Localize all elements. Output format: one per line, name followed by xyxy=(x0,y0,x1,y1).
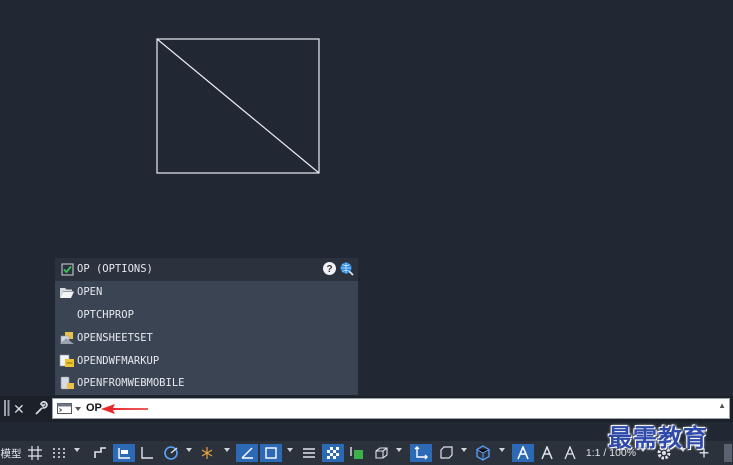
drawing-canvas[interactable] xyxy=(0,0,733,258)
autocomplete-item-opensheetset[interactable]: OPENSHEETSET xyxy=(55,326,358,349)
chevron-down-icon[interactable] xyxy=(186,448,192,452)
chevron-down-icon[interactable] xyxy=(287,448,293,452)
gizmo-icon[interactable] xyxy=(472,444,494,462)
web-mobile-icon xyxy=(58,375,76,391)
chevron-down-icon[interactable] xyxy=(74,448,80,452)
autocomplete-item-label: OPENDWFMARKUP xyxy=(77,354,160,367)
svg-text:?: ? xyxy=(326,264,332,275)
grid-icon[interactable] xyxy=(26,444,44,462)
annotation-visibility-icon[interactable] xyxy=(512,444,534,462)
transparency-icon[interactable] xyxy=(322,444,344,462)
autocomplete-item-openfromwebmobile[interactable]: OPENFROMWEBMOBILE xyxy=(55,372,358,395)
ortho-mode-icon[interactable] xyxy=(137,444,157,462)
selection-filter-icon[interactable] xyxy=(435,444,457,462)
autocomplete-item-label: OP (OPTIONS) xyxy=(77,263,153,276)
chevron-down-icon[interactable] xyxy=(224,448,230,452)
auto-scale-icon[interactable] xyxy=(537,444,557,462)
lineweight-icon[interactable] xyxy=(299,444,319,462)
close-icon[interactable]: ✕ xyxy=(13,400,25,418)
globe-search-icon[interactable] xyxy=(339,261,354,276)
autocomplete-item-label: OPENSHEETSET xyxy=(77,331,153,344)
autocomplete-item-open[interactable]: OPEN xyxy=(55,281,358,304)
grip-handle-icon[interactable] xyxy=(4,399,10,417)
object-snap-tracking-icon[interactable] xyxy=(236,444,258,462)
dynamic-input-icon[interactable] xyxy=(113,444,135,462)
autocomplete-item-label: OPENFROMWEBMOBILE xyxy=(77,377,185,390)
chevron-down-icon[interactable] xyxy=(396,448,402,452)
polar-tracking-icon[interactable] xyxy=(160,444,182,462)
command-autocomplete-list: OP (OPTIONS) ? OPEN OPTCHPROP OPENSHEETS… xyxy=(55,258,358,395)
wrench-icon[interactable] xyxy=(33,401,48,416)
object-snap-icon[interactable] xyxy=(260,444,282,462)
3d-object-snap-icon[interactable] xyxy=(371,444,391,462)
chevron-down-icon[interactable] xyxy=(461,448,467,452)
selection-cycling-icon[interactable] xyxy=(347,444,367,462)
history-up-icon[interactable]: ▲ xyxy=(718,401,726,410)
watermark-logo: 最需教育 xyxy=(608,423,708,452)
dynamic-ucs-icon[interactable] xyxy=(410,444,432,462)
autocomplete-item-optchprop[interactable]: OPTCHPROP xyxy=(55,304,358,327)
drawn-diagonal-line[interactable] xyxy=(156,38,320,174)
autocomplete-item-opendwfmarkup[interactable]: OPENDWFMARKUP xyxy=(55,349,358,372)
model-space-tab[interactable]: 模型 xyxy=(0,444,22,462)
blank-icon xyxy=(58,307,76,323)
autocomplete-item-label: OPTCHPROP xyxy=(77,308,134,321)
red-arrow-annotation xyxy=(101,404,148,414)
chevron-down-icon[interactable] xyxy=(499,448,505,452)
dwf-markup-icon xyxy=(58,353,76,369)
checkbox-icon xyxy=(58,261,76,277)
command-input-value: OP xyxy=(86,402,102,414)
snap-mode-icon[interactable] xyxy=(49,444,69,462)
customize-strip[interactable] xyxy=(724,444,732,462)
command-prompt-icon[interactable] xyxy=(57,403,83,415)
isodraft-icon[interactable] xyxy=(197,444,217,462)
infer-constraints-icon[interactable] xyxy=(90,444,110,462)
annotation-scale-icon[interactable] xyxy=(560,444,580,462)
autocomplete-item-options[interactable]: OP (OPTIONS) ? xyxy=(55,258,358,281)
sheet-set-icon xyxy=(58,330,76,346)
help-icon[interactable]: ? xyxy=(322,261,337,276)
autocomplete-item-label: OPEN xyxy=(77,286,103,299)
autocomplete-help-tools: ? xyxy=(322,261,354,276)
command-input[interactable]: OP ▲ xyxy=(52,398,730,419)
folder-open-icon xyxy=(58,284,76,300)
